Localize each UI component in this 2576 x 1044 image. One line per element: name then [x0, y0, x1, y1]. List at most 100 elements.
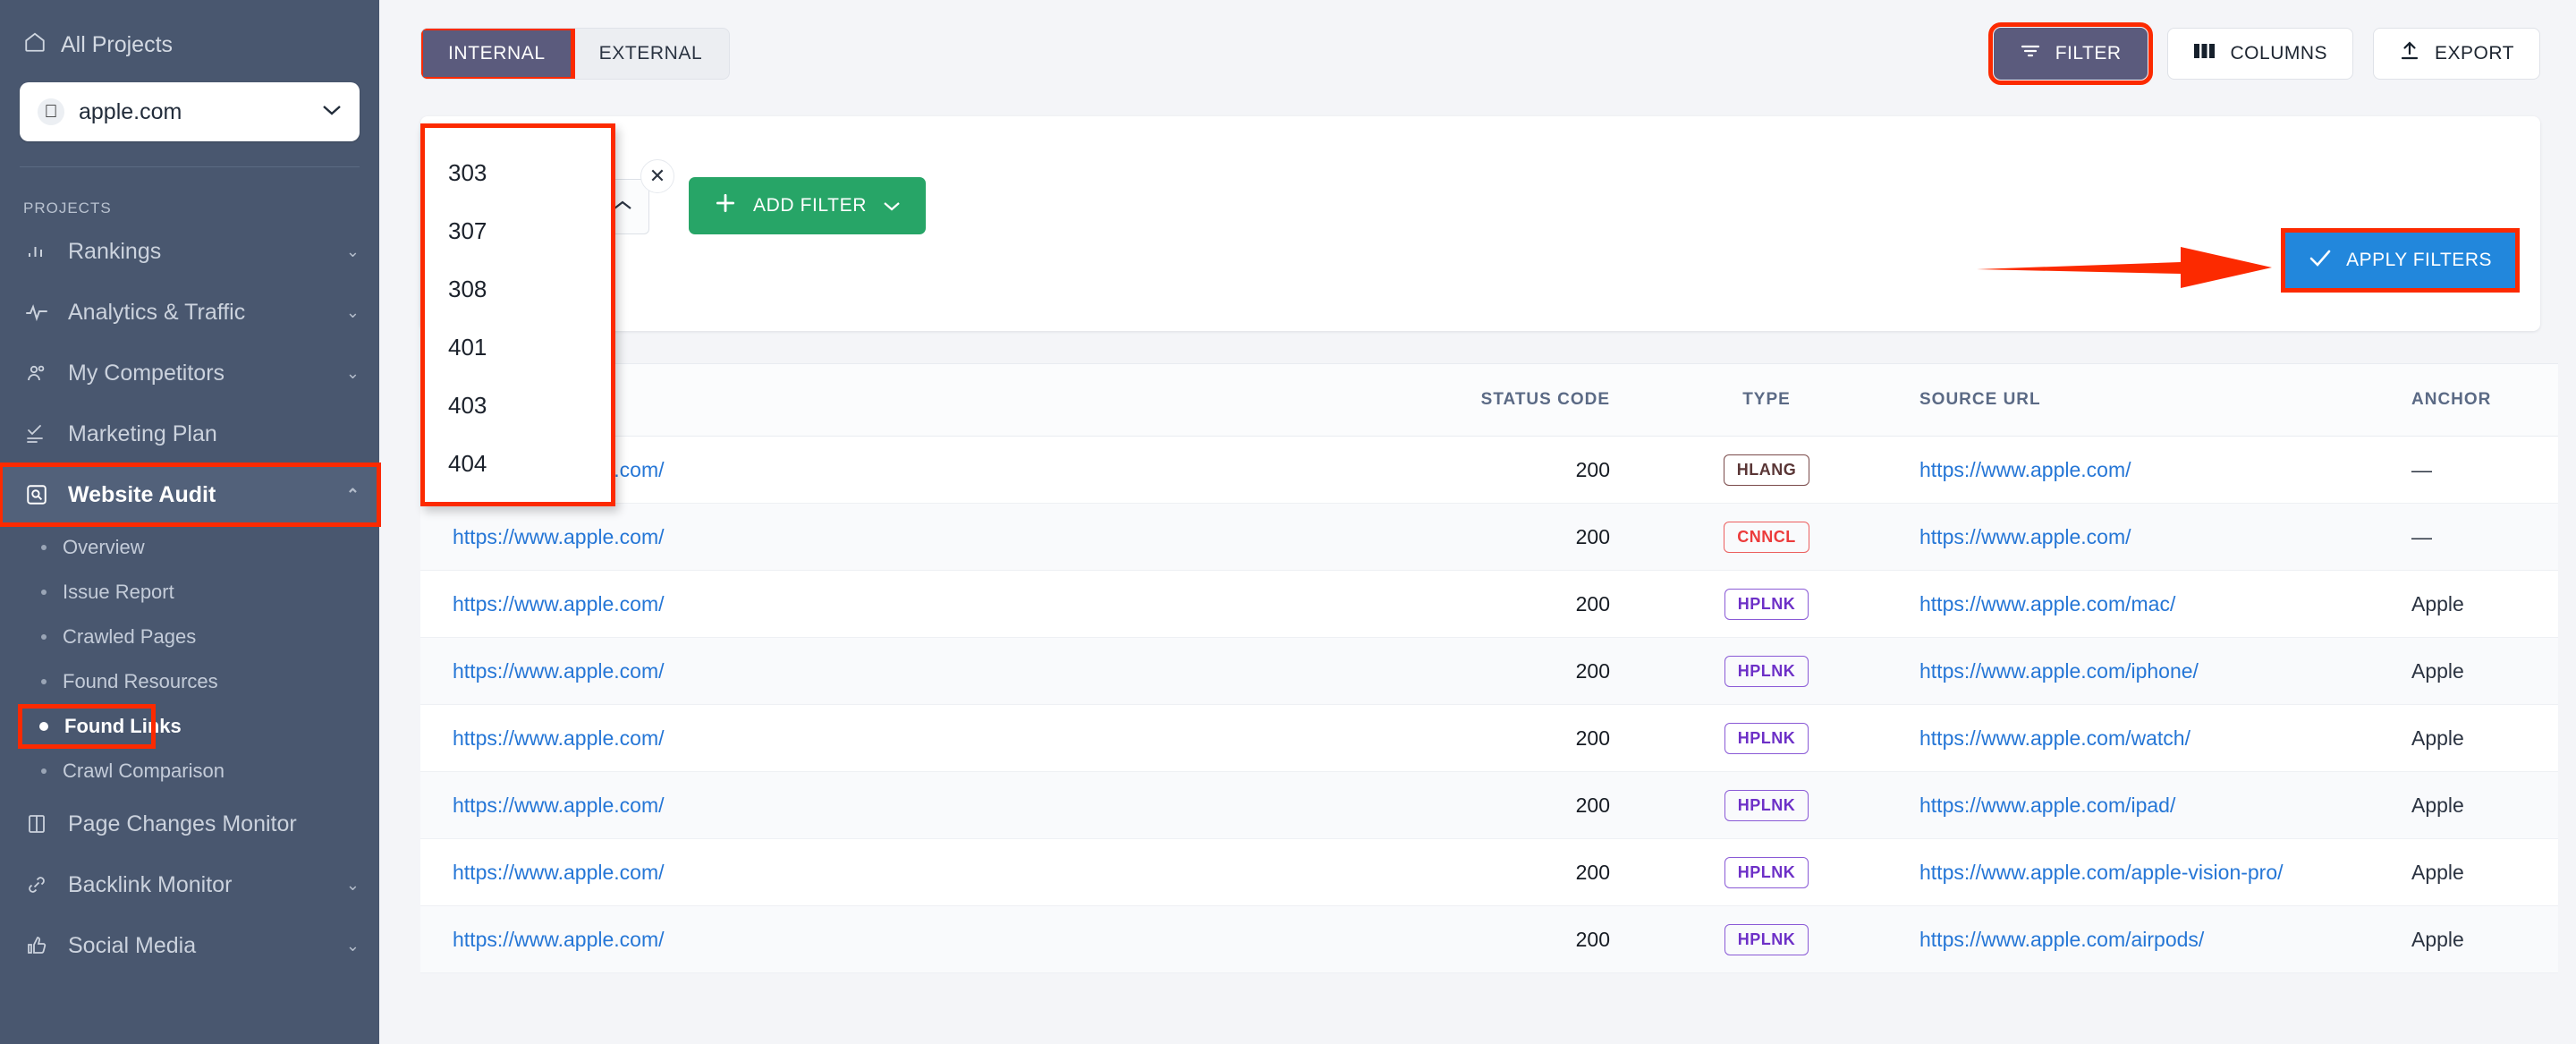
- sidebar-item-found-links[interactable]: Found Links: [0, 704, 379, 749]
- bullet-icon: [41, 545, 47, 550]
- sidebar-item-issue-report[interactable]: Issue Report: [0, 570, 379, 615]
- project-selector[interactable]:  apple.com: [20, 82, 360, 141]
- cell-source-url[interactable]: https://www.apple.com/apple-vision-pro/: [1919, 861, 2284, 884]
- sidebar-label: Website Audit: [68, 481, 216, 507]
- cell-url[interactable]: https://www.apple.com/: [453, 659, 665, 683]
- sidebar-item-rankings[interactable]: Rankings ⌄: [0, 221, 379, 282]
- table-row[interactable]: https://www.apple.com/200 HPLNK https://ww…: [420, 571, 2558, 638]
- cell-url[interactable]: https://www.apple.com/: [453, 794, 665, 817]
- sidebar-sublabel: Overview: [63, 536, 145, 558]
- plus-icon: [714, 191, 737, 220]
- dropdown-option[interactable]: 308: [425, 260, 611, 318]
- cell-source-url[interactable]: https://www.apple.com/: [1919, 525, 2131, 548]
- cell-source-url[interactable]: https://www.apple.com/watch/: [1919, 726, 2190, 750]
- sidebar: All Projects  apple.com PROJECTS: [0, 0, 381, 1044]
- dropdown-option[interactable]: 303: [425, 144, 611, 202]
- chevron-down-icon: ⌄: [345, 363, 360, 382]
- cell-anchor: Apple: [2411, 860, 2464, 884]
- sidebar-sublabel: Crawl Comparison: [63, 760, 225, 782]
- sidebar-label: Analytics & Traffic: [68, 299, 246, 325]
- sidebar-item-marketing-plan[interactable]: Marketing Plan: [0, 403, 379, 464]
- cell-status-code: 200: [1575, 457, 1610, 481]
- sidebar-label: My Competitors: [68, 360, 225, 386]
- cell-anchor: Apple: [2411, 726, 2464, 750]
- tab-internal[interactable]: INTERNAL: [421, 29, 575, 79]
- sidebar-item-found-resources[interactable]: Found Resources: [0, 659, 379, 704]
- bullet-icon: [41, 590, 47, 595]
- col-header-source-url[interactable]: SOURCE URL: [1887, 390, 2379, 410]
- cell-type-badge: HPLNK: [1724, 923, 1809, 955]
- table-row[interactable]: https://www.apple.com/200 HPLNK https://ww…: [420, 772, 2558, 839]
- cell-url[interactable]: https://www.apple.com/: [453, 726, 665, 750]
- columns-button[interactable]: COLUMNS: [2166, 28, 2354, 80]
- add-filter-label: ADD FILTER: [753, 195, 867, 216]
- cell-status-code: 200: [1575, 927, 1610, 951]
- dropdown-option[interactable]: 307: [425, 202, 611, 260]
- table-row[interactable]: https://www.apple.com/200HLANGhttps://ww…: [420, 437, 2558, 504]
- table-row[interactable]: https://www.apple.com/200 HPLNK https://ww…: [420, 839, 2558, 906]
- cell-url[interactable]: https://www.apple.com/: [453, 592, 665, 615]
- dropdown-option[interactable]: 403: [425, 377, 611, 435]
- cell-source-url[interactable]: https://www.apple.com/: [1919, 458, 2131, 481]
- check-icon: [2309, 248, 2332, 273]
- cell-type-badge: HPLNK: [1724, 856, 1809, 888]
- main-content: INTERNAL EXTERNAL FILTER COLUMNS EXPORT …: [379, 0, 2576, 1044]
- cell-status-code: 200: [1575, 591, 1610, 615]
- sidebar-item-crawled-pages[interactable]: Crawled Pages: [0, 615, 379, 659]
- cell-type-badge: HPLNK: [1724, 722, 1809, 754]
- table-row[interactable]: https://www.apple.com/200 HPLNK https://ww…: [420, 705, 2558, 772]
- filter-button[interactable]: FILTER: [1987, 22, 2153, 85]
- clear-filter-button[interactable]: ✕: [640, 159, 674, 193]
- cell-source-url[interactable]: https://www.apple.com/iphone/: [1919, 659, 2199, 683]
- sidebar-item-overview[interactable]: Overview: [0, 525, 379, 570]
- dropdown-option[interactable]: 401: [425, 318, 611, 377]
- cell-source-url[interactable]: https://www.apple.com/ipad/: [1919, 794, 2175, 817]
- chevron-down-icon: ⌄: [345, 936, 360, 955]
- col-header-type[interactable]: TYPE: [1646, 390, 1887, 410]
- table-row[interactable]: https://www.apple.com/200 CNNCL https://ww…: [420, 504, 2558, 571]
- cell-status-code: 200: [1575, 860, 1610, 884]
- sidebar-item-crawl-comparison[interactable]: Crawl Comparison: [0, 749, 379, 794]
- cell-anchor: Apple: [2411, 658, 2464, 683]
- cell-url[interactable]: https://www.apple.com/: [453, 861, 665, 884]
- sidebar-item-my-competitors[interactable]: My Competitors ⌄: [0, 343, 379, 403]
- cell-url[interactable]: https://www.apple.com/: [453, 928, 665, 951]
- sidebar-item-backlink-monitor[interactable]: Backlink Monitor ⌄: [0, 854, 379, 915]
- col-header-anchor[interactable]: ANCHOR: [2379, 390, 2558, 410]
- sidebar-item-website-audit[interactable]: Website Audit ⌃: [0, 463, 381, 527]
- cell-source-url[interactable]: https://www.apple.com/airpods/: [1919, 928, 2204, 951]
- sidebar-item-analytics-traffic[interactable]: Analytics & Traffic ⌄: [0, 282, 379, 343]
- sidebar-label: Marketing Plan: [68, 420, 217, 446]
- sidebar-label: Backlink Monitor: [68, 871, 233, 897]
- bullet-icon: [39, 722, 48, 731]
- tab-external[interactable]: EXTERNAL: [572, 29, 730, 79]
- col-header-status-code[interactable]: STATUS CODE: [1386, 390, 1646, 410]
- cell-source-url[interactable]: https://www.apple.com/mac/: [1919, 592, 2175, 615]
- cell-url[interactable]: https://www.apple.com/: [453, 525, 665, 548]
- chevron-down-icon: ⌄: [345, 875, 360, 894]
- cell-type-badge: HPLNK: [1724, 789, 1809, 821]
- sidebar-item-social-media[interactable]: Social Media ⌄: [0, 915, 379, 976]
- dropdown-option[interactable]: 404: [425, 435, 611, 493]
- status-code-dropdown[interactable]: 303 307 308 401 403 404: [420, 123, 615, 506]
- columns-label: COLUMNS: [2230, 43, 2328, 64]
- audit-search-icon: [23, 481, 50, 508]
- apply-filters-button[interactable]: APPLY FILTERS: [2281, 228, 2520, 293]
- filter-icon: [2020, 42, 2041, 65]
- table-row[interactable]: https://www.apple.com/200 HPLNK https://ww…: [420, 906, 2558, 973]
- annotation-arrow: [1977, 247, 2272, 288]
- people-icon: [23, 360, 50, 386]
- all-projects-link[interactable]: All Projects: [20, 23, 360, 66]
- cell-anchor: —: [2411, 457, 2432, 481]
- sidebar-item-page-changes-monitor[interactable]: Page Changes Monitor: [0, 794, 379, 854]
- table-body: https://www.apple.com/200 HLANG https://ww…: [420, 437, 2558, 973]
- add-filter-button[interactable]: ADD FILTER: [689, 177, 926, 234]
- scope-tabs: INTERNAL EXTERNAL: [420, 28, 731, 80]
- filter-label: FILTER: [2055, 43, 2122, 64]
- sidebar-sublabel: Found Resources: [63, 670, 218, 692]
- sidebar-sublabel: Found Links: [64, 715, 182, 737]
- export-button[interactable]: EXPORT: [2373, 28, 2540, 80]
- cell-anchor: —: [2411, 524, 2432, 548]
- table-row[interactable]: https://www.apple.com/200 HPLNK https://ww…: [420, 638, 2558, 705]
- sidebar-label: Page Changes Monitor: [68, 811, 297, 836]
